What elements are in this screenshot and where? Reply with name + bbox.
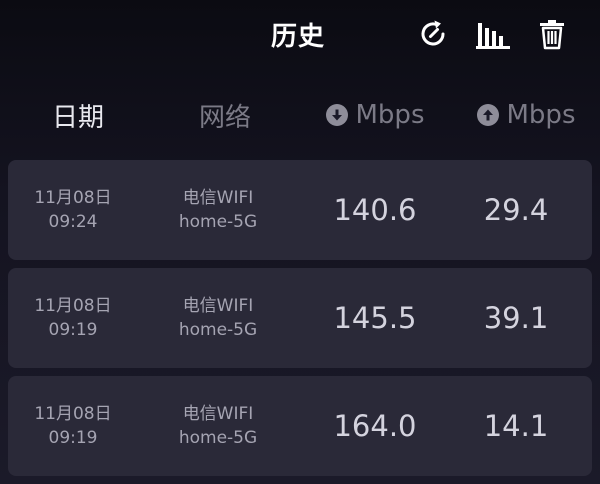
row-date: 11月08日 xyxy=(34,404,112,424)
row-date-cell: 11月08日 09:19 xyxy=(8,268,138,368)
bar-chart-icon xyxy=(476,23,510,49)
trash-icon xyxy=(540,20,564,50)
row-network-name: 电信WIFI xyxy=(182,296,254,316)
statistics-button[interactable] xyxy=(475,16,511,52)
row-upload-speed: 29.4 xyxy=(483,193,549,227)
column-header-row: 日期 网络 Mbps Mbps xyxy=(0,92,600,138)
row-upload-speed: 39.1 xyxy=(483,301,549,335)
row-network-name: 电信WIFI xyxy=(182,188,254,208)
row-network-cell: 电信WIFI home-5G xyxy=(148,160,288,260)
row-network-name: 电信WIFI xyxy=(182,404,254,424)
row-time: 09:19 xyxy=(48,320,98,340)
download-arrow-icon xyxy=(325,104,348,126)
row-date: 11月08日 xyxy=(34,188,112,208)
column-header-network[interactable]: 网络 xyxy=(148,92,302,138)
history-row[interactable]: 11月08日 09:19 电信WIFI home-5G 145.5 39.1 xyxy=(8,268,592,368)
row-download-speed: 140.6 xyxy=(333,193,417,227)
upload-unit-label: Mbps xyxy=(506,100,576,130)
column-header-date[interactable]: 日期 xyxy=(0,92,156,138)
row-time: 09:19 xyxy=(48,428,98,448)
upload-arrow-icon xyxy=(476,104,499,126)
delete-button[interactable] xyxy=(534,16,570,52)
refresh-icon xyxy=(421,20,445,46)
row-ssid: home-5G xyxy=(178,320,258,340)
column-header-download[interactable]: Mbps xyxy=(310,92,440,138)
row-ssid: home-5G xyxy=(178,212,258,232)
row-download-speed: 164.0 xyxy=(333,409,417,443)
column-header-date-label: 日期 xyxy=(51,102,104,133)
row-network-cell: 电信WIFI home-5G xyxy=(148,268,288,368)
row-date-cell: 11月08日 09:24 xyxy=(8,160,138,260)
row-date-cell: 11月08日 09:19 xyxy=(8,376,138,476)
row-date: 11月08日 xyxy=(34,296,112,316)
column-header-network-label: 网络 xyxy=(198,102,251,133)
refresh-button[interactable] xyxy=(415,16,451,52)
row-ssid: home-5G xyxy=(178,428,258,448)
column-header-upload[interactable]: Mbps xyxy=(456,92,596,138)
history-row[interactable]: 11月08日 09:19 电信WIFI home-5G 164.0 14.1 xyxy=(8,376,592,476)
history-row[interactable]: 11月08日 09:24 电信WIFI home-5G 140.6 29.4 xyxy=(8,160,592,260)
row-network-cell: 电信WIFI home-5G xyxy=(148,376,288,476)
row-upload-speed: 14.1 xyxy=(483,409,549,443)
top-bar: 历史 xyxy=(0,0,600,70)
row-time: 09:24 xyxy=(48,212,98,232)
download-unit-label: Mbps xyxy=(355,100,425,130)
row-download-speed: 145.5 xyxy=(333,301,417,335)
